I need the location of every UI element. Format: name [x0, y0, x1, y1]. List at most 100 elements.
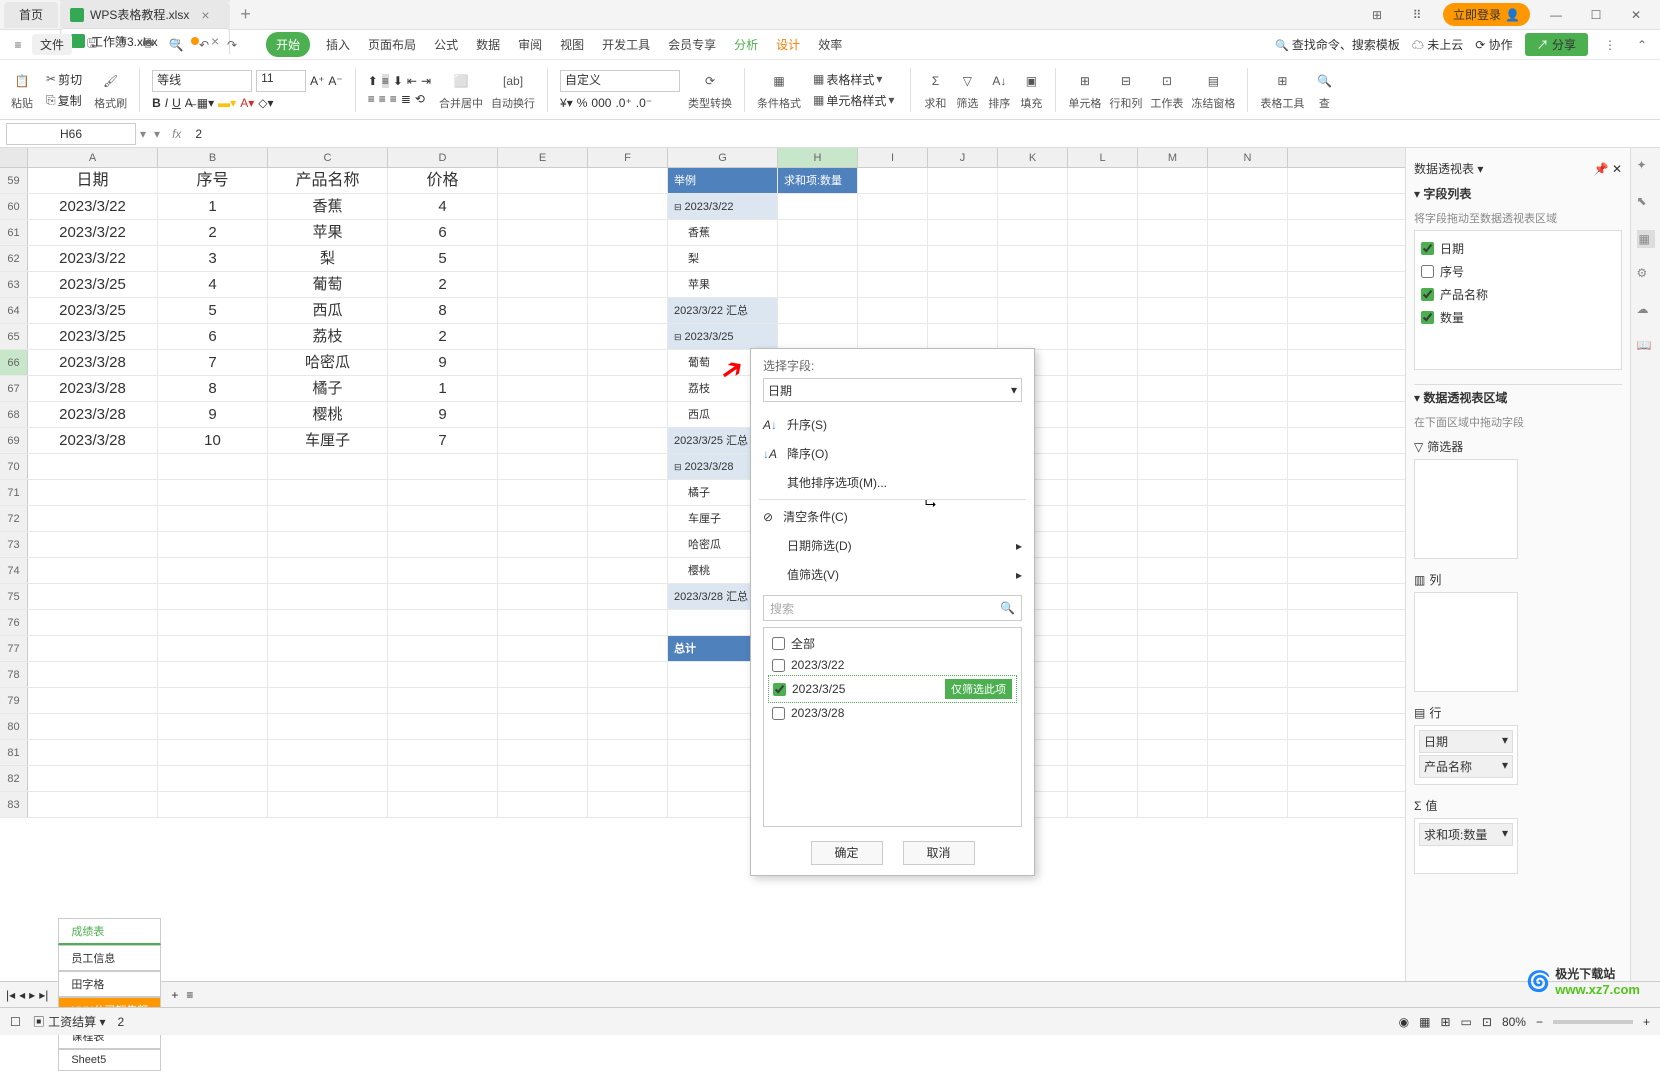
col-header[interactable]: B: [158, 148, 268, 167]
cell[interactable]: [1138, 688, 1208, 713]
cell[interactable]: [1138, 506, 1208, 531]
cell[interactable]: [498, 298, 588, 323]
align-middle-icon[interactable]: ≡: [382, 74, 389, 88]
cell[interactable]: 9: [388, 402, 498, 427]
row-header[interactable]: 62: [0, 246, 28, 271]
paste-group[interactable]: 📋 粘贴: [10, 69, 34, 111]
cell[interactable]: [1068, 558, 1138, 583]
cell[interactable]: [1138, 246, 1208, 271]
cell[interactable]: [858, 298, 928, 323]
only-this-tag[interactable]: 仅筛选此项: [945, 679, 1012, 699]
cloud-icon[interactable]: ☁: [1637, 302, 1655, 320]
currency-icon[interactable]: ¥▾: [560, 96, 573, 110]
cell[interactable]: 5: [158, 298, 268, 323]
ribbon-tab[interactable]: 开始: [266, 32, 310, 57]
cell[interactable]: [998, 168, 1068, 193]
strikethrough-icon[interactable]: A̶: [185, 96, 193, 110]
cell[interactable]: [1068, 480, 1138, 505]
cancel-button[interactable]: 取消: [903, 841, 975, 865]
cell[interactable]: [388, 506, 498, 531]
more-icon[interactable]: ⋮: [1600, 35, 1620, 55]
cell[interactable]: [158, 792, 268, 817]
cell[interactable]: 2: [158, 220, 268, 245]
cell[interactable]: [498, 194, 588, 219]
cell[interactable]: [28, 532, 158, 557]
cell[interactable]: 香蕉: [668, 220, 778, 245]
cell[interactable]: [588, 246, 668, 271]
cell[interactable]: [28, 454, 158, 479]
cell[interactable]: [1068, 506, 1138, 531]
cell[interactable]: [388, 532, 498, 557]
cell[interactable]: [498, 766, 588, 791]
cell[interactable]: [158, 662, 268, 687]
name-box-dropdown-icon[interactable]: ▾: [136, 127, 150, 141]
cell[interactable]: 7: [388, 428, 498, 453]
ribbon-tab[interactable]: 审阅: [516, 32, 544, 57]
cell[interactable]: [1068, 610, 1138, 635]
cell[interactable]: [158, 532, 268, 557]
cell[interactable]: [588, 766, 668, 791]
type-convert-button[interactable]: ⟳ 类型转换: [688, 69, 732, 111]
cell[interactable]: [388, 636, 498, 661]
cell[interactable]: [1138, 220, 1208, 245]
cell[interactable]: [268, 532, 388, 557]
login-button[interactable]: 立即登录👤: [1443, 3, 1530, 26]
values-area[interactable]: 求和项:数量▾: [1414, 818, 1518, 874]
cell[interactable]: [158, 688, 268, 713]
ok-button[interactable]: 确定: [811, 841, 883, 865]
cell[interactable]: [28, 688, 158, 713]
cell[interactable]: [268, 558, 388, 583]
cell[interactable]: [1208, 636, 1288, 661]
cell[interactable]: 车厘子: [268, 428, 388, 453]
cloud-status[interactable]: ☁ 未上云: [1412, 36, 1463, 53]
cell[interactable]: ⊟2023/3/22: [668, 194, 778, 219]
cell[interactable]: 举例: [668, 168, 778, 193]
cell[interactable]: [28, 740, 158, 765]
cell[interactable]: [1068, 376, 1138, 401]
filters-area[interactable]: [1414, 459, 1518, 559]
cell[interactable]: [1068, 298, 1138, 323]
cell[interactable]: [1138, 766, 1208, 791]
col-header[interactable]: E: [498, 148, 588, 167]
cell[interactable]: [268, 688, 388, 713]
cell[interactable]: [588, 350, 668, 375]
cell[interactable]: [1068, 766, 1138, 791]
cell[interactable]: [498, 246, 588, 271]
menu-icon[interactable]: ≡: [8, 35, 28, 55]
cell[interactable]: 2023/3/25: [28, 324, 158, 349]
sort-button[interactable]: A↓排序: [987, 69, 1011, 111]
cell[interactable]: [778, 298, 858, 323]
cell[interactable]: [588, 610, 668, 635]
cell[interactable]: 1: [388, 376, 498, 401]
cell[interactable]: [498, 480, 588, 505]
cell[interactable]: [1138, 558, 1208, 583]
align-right-icon[interactable]: ≡: [390, 92, 397, 106]
align-left-icon[interactable]: ≡: [368, 92, 375, 106]
field-item[interactable]: 数量: [1421, 306, 1615, 329]
cell[interactable]: [498, 584, 588, 609]
cell[interactable]: [28, 792, 158, 817]
redo-icon[interactable]: ↷: [222, 35, 242, 55]
cell[interactable]: [388, 740, 498, 765]
cell[interactable]: [268, 636, 388, 661]
new-tab-button[interactable]: +: [232, 4, 259, 25]
cell[interactable]: 求和项:数量: [778, 168, 858, 193]
close-button[interactable]: ✕: [1622, 8, 1650, 22]
cell[interactable]: 2023/3/22: [28, 246, 158, 271]
row-header[interactable]: 61: [0, 220, 28, 245]
row-header[interactable]: 63: [0, 272, 28, 297]
cell[interactable]: [1208, 610, 1288, 635]
freeze-button[interactable]: ▤冻结窗格: [1191, 69, 1235, 111]
cell[interactable]: [588, 480, 668, 505]
apps-icon[interactable]: ⠿: [1403, 8, 1431, 22]
formula-mode-icon[interactable]: ☐: [10, 1015, 21, 1029]
cell[interactable]: [1208, 480, 1288, 505]
cell[interactable]: [998, 194, 1068, 219]
select-icon[interactable]: ⬉: [1637, 194, 1655, 212]
cell[interactable]: 苹果: [268, 220, 388, 245]
row-header[interactable]: 66: [0, 350, 28, 375]
cell[interactable]: [28, 558, 158, 583]
cell[interactable]: [268, 662, 388, 687]
fx-icon[interactable]: fx: [164, 127, 189, 141]
align-center-icon[interactable]: ≡: [379, 92, 386, 106]
